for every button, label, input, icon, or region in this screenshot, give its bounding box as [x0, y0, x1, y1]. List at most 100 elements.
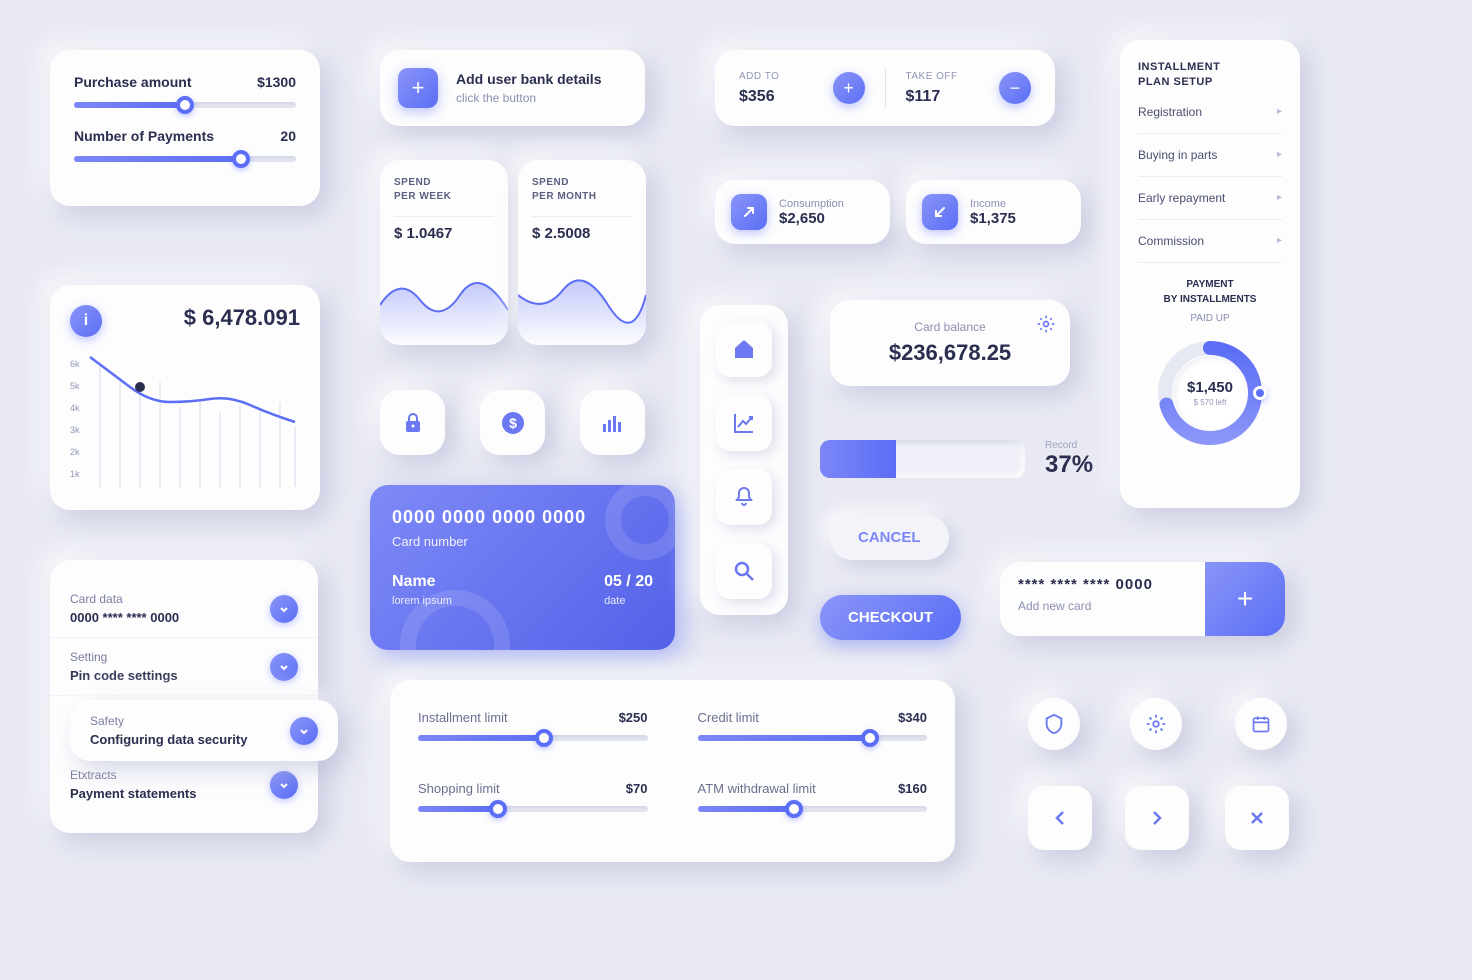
installment-registration[interactable]: Registration▸: [1138, 91, 1282, 134]
nav-chart[interactable]: [716, 395, 772, 451]
arrow-up-right-icon: [731, 194, 767, 230]
gear-icon[interactable]: [1036, 314, 1056, 334]
vertical-nav: [700, 305, 788, 615]
bar-chart-icon: [600, 410, 626, 436]
installment-buying[interactable]: Buying in parts▸: [1138, 134, 1282, 177]
lock-button[interactable]: [380, 390, 445, 455]
bell-icon: [732, 485, 756, 509]
dollar-button[interactable]: $: [480, 390, 545, 455]
chevron-right-icon: ▸: [1277, 106, 1282, 117]
subtract-button[interactable]: −: [999, 72, 1031, 104]
add-to-value: $356: [739, 88, 833, 106]
credit-limit-label: Credit limit: [698, 710, 759, 725]
record-progress: [820, 440, 1025, 478]
cancel-button[interactable]: CANCEL: [830, 515, 949, 560]
nav-home[interactable]: [716, 321, 772, 377]
installment-panel: INSTALLMENT PLAN SETUP Registration▸ Buy…: [1120, 40, 1300, 508]
close-button[interactable]: [1225, 786, 1289, 850]
chevron-right-icon: [1147, 808, 1167, 828]
spend-week-value: $ 1.0467: [394, 216, 494, 250]
purchase-amount-slider[interactable]: [74, 102, 296, 108]
settings-card-data[interactable]: Card data0000 **** **** 0000: [50, 580, 318, 638]
income-label: Income: [970, 198, 1016, 210]
home-icon: [732, 337, 756, 361]
close-icon: [1247, 808, 1267, 828]
payment-installments-title: PAYMENT BY INSTALLMENTS: [1138, 277, 1282, 307]
chevron-down-icon: [270, 771, 298, 799]
bank-details-title: Add user bank details: [456, 71, 601, 87]
card-number-label: Card number: [392, 534, 653, 549]
shield-icon: [1043, 713, 1065, 735]
spend-month-chart: [518, 265, 646, 345]
plus-icon[interactable]: +: [398, 68, 438, 108]
settings-button[interactable]: [1130, 698, 1182, 750]
num-payments-label: Number of Payments: [74, 128, 214, 144]
atm-limit-slider[interactable]: [698, 806, 928, 812]
add-take-card: ADD TO $356 + TAKE OFF $117 −: [715, 50, 1055, 126]
atm-limit-value: $160: [898, 781, 927, 796]
installment-limit-value: $250: [619, 710, 648, 725]
svg-text:4k: 4k: [70, 403, 80, 413]
shopping-limit-slider[interactable]: [418, 806, 648, 812]
nav-search[interactable]: [716, 543, 772, 599]
card-date-value: 05 / 20: [604, 573, 653, 591]
donut-sub: $ 570 left: [1194, 398, 1227, 407]
card-balance-label: Card balance: [852, 320, 1048, 334]
calendar-button[interactable]: [1235, 698, 1287, 750]
svg-text:6k: 6k: [70, 359, 80, 369]
purchase-amount-card: Purchase amount $1300 Number of Payments…: [50, 50, 320, 206]
next-button[interactable]: [1125, 786, 1189, 850]
add-bank-details-card[interactable]: + Add user bank details click the button: [380, 50, 645, 126]
shopping-limit-label: Shopping limit: [418, 781, 500, 796]
income-value: $1,375: [970, 210, 1016, 227]
spend-week-chart: [380, 265, 508, 345]
add-button[interactable]: +: [833, 72, 865, 104]
newcard-label: Add new card: [1018, 599, 1187, 613]
spend-month-label: SPEND PER MONTH: [532, 176, 632, 204]
chevron-down-icon: [290, 717, 318, 745]
chevron-down-icon: [270, 653, 298, 681]
info-icon[interactable]: i: [70, 305, 102, 337]
settings-pin[interactable]: SettingPin code settings: [50, 638, 318, 696]
spend-month-value: $ 2.5008: [532, 216, 632, 250]
shield-button[interactable]: [1028, 698, 1080, 750]
settings-safety-expanded[interactable]: SafetyConfiguring data security: [70, 700, 338, 761]
credit-limit-value: $340: [898, 710, 927, 725]
svg-text:3k: 3k: [70, 425, 80, 435]
payment-donut: $1,450 $ 570 left: [1155, 338, 1265, 448]
installment-title: INSTALLMENT PLAN SETUP: [1138, 60, 1282, 91]
record-label: Record: [1045, 440, 1093, 451]
settings-extracts[interactable]: EtxtractsPayment statements: [50, 756, 318, 813]
installment-limit-slider[interactable]: [418, 735, 648, 741]
balance-line-chart: 6k5k4k3k2k1k: [70, 347, 300, 502]
installment-early[interactable]: Early repayment▸: [1138, 177, 1282, 220]
lock-icon: [401, 411, 425, 435]
newcard-plus-icon[interactable]: +: [1205, 562, 1285, 636]
credit-limit-slider[interactable]: [698, 735, 928, 741]
take-off-value: $117: [906, 88, 1000, 106]
take-off-label: TAKE OFF: [906, 71, 1000, 82]
svg-text:5k: 5k: [70, 381, 80, 391]
credit-card: 0000 0000 0000 0000 Card number Namelore…: [370, 485, 675, 650]
paid-up-label: PAID UP: [1138, 313, 1282, 324]
balance-chart-card: i $ 6,478.091 6k5k4k3k2k1k: [50, 285, 320, 510]
num-payments-value: 20: [280, 128, 296, 144]
consumption-label: Consumption: [779, 198, 844, 210]
bars-button[interactable]: [580, 390, 645, 455]
checkout-button[interactable]: CHECKOUT: [820, 595, 961, 640]
installment-commission[interactable]: Commission▸: [1138, 220, 1282, 263]
bank-details-subtitle: click the button: [456, 91, 601, 105]
spend-week-card: SPEND PER WEEK $ 1.0467: [380, 160, 508, 345]
add-new-card[interactable]: **** **** **** 0000 Add new card +: [1000, 562, 1285, 636]
nav-bell[interactable]: [716, 469, 772, 525]
record-value: 37%: [1045, 451, 1093, 479]
add-to-label: ADD TO: [739, 71, 833, 82]
donut-value: $1,450: [1187, 379, 1233, 396]
svg-text:1k: 1k: [70, 469, 80, 479]
trend-icon: [732, 411, 756, 435]
arrow-down-left-icon: [922, 194, 958, 230]
svg-text:$: $: [509, 415, 517, 431]
prev-button[interactable]: [1028, 786, 1092, 850]
card-balance-card: Card balance $236,678.25: [830, 300, 1070, 386]
num-payments-slider[interactable]: [74, 156, 296, 162]
